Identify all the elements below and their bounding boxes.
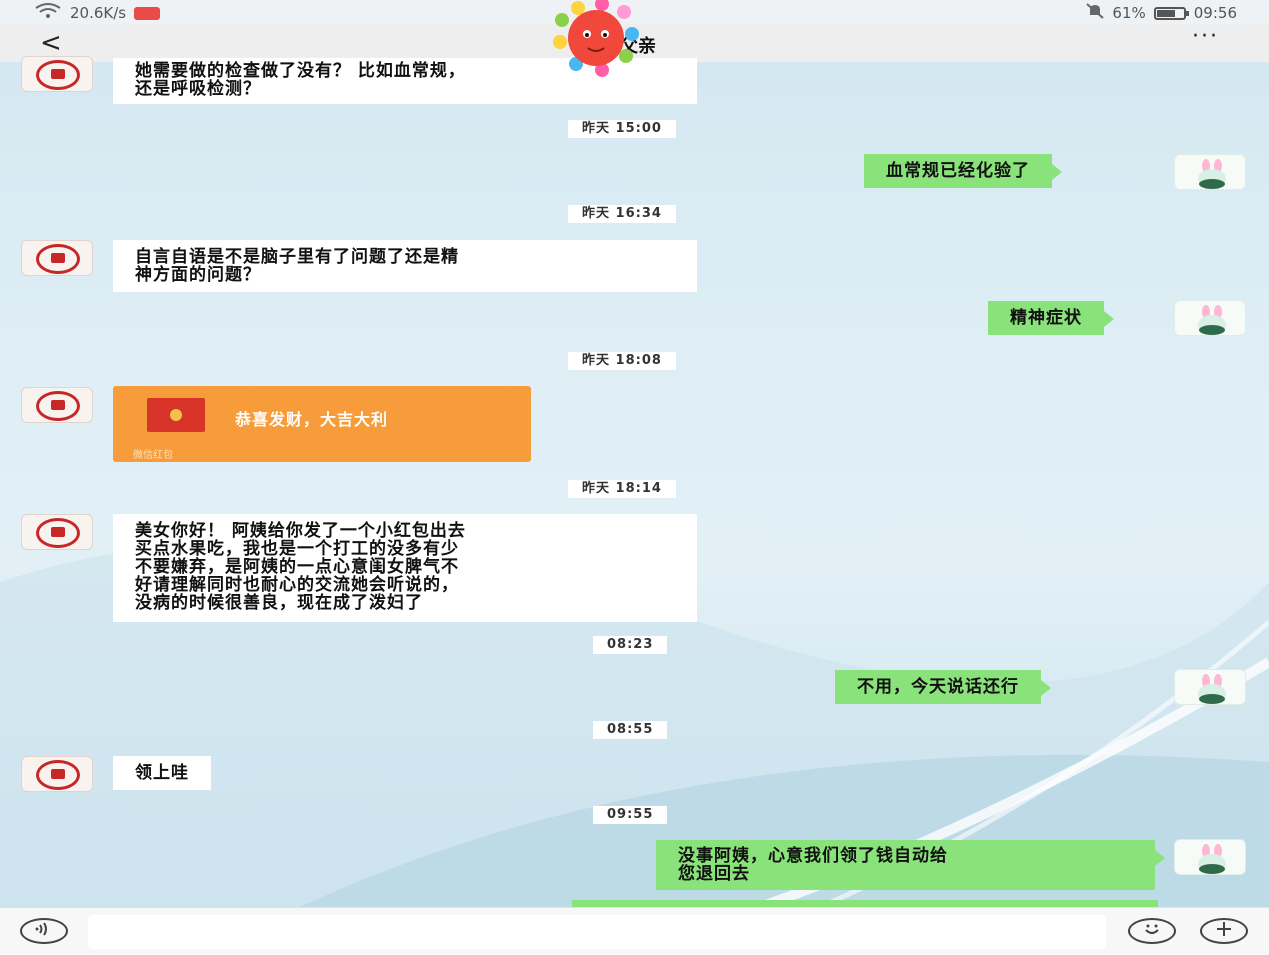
contact-avatar[interactable] <box>21 240 93 276</box>
network-speed: 20.6K/s <box>70 4 127 22</box>
contact-avatar[interactable] <box>21 514 93 550</box>
flower-sticker-icon <box>553 0 639 77</box>
contact-avatar[interactable] <box>21 756 93 792</box>
timestamp: 昨天 16:34 <box>568 205 676 223</box>
timestamp: 08:23 <box>593 636 668 654</box>
timestamp: 09:55 <box>593 806 668 824</box>
incoming-message: 美女你好！ 阿姨给你发了一个小红包出去 买点水果吃，我也是一个打工的没多有少 不… <box>113 514 697 622</box>
red-envelope-icon <box>147 398 205 432</box>
outgoing-message: 不用，今天说话还行 <box>835 670 1051 704</box>
voice-icon[interactable] <box>20 918 68 944</box>
timestamp: 昨天 18:14 <box>568 480 676 498</box>
more-options-button[interactable]: ··· <box>1192 24 1219 49</box>
timestamp: 昨天 15:00 <box>568 120 676 138</box>
contact-avatar[interactable] <box>21 56 93 92</box>
user-avatar[interactable] <box>1174 839 1246 875</box>
incoming-message: 领上哇 <box>113 756 211 790</box>
emoji-icon[interactable] <box>1128 918 1176 944</box>
red-packet-label: 微信红包 <box>133 450 173 461</box>
wifi-icon <box>34 3 62 23</box>
user-avatar[interactable] <box>1174 154 1246 190</box>
red-packet-greeting: 恭喜发财，大吉大利 <box>235 410 389 429</box>
battery-icon <box>1153 6 1189 20</box>
message-input[interactable] <box>88 915 1106 949</box>
outgoing-message: 没事阿姨，心意我们领了钱自动给 您退回去 <box>656 840 1165 890</box>
contact-avatar[interactable] <box>21 387 93 423</box>
mute-bell-icon <box>1086 3 1105 23</box>
outgoing-message: 精神症状 <box>988 301 1114 335</box>
user-avatar[interactable] <box>1174 300 1246 336</box>
red-packet-message[interactable]: 恭喜发财，大吉大利 微信红包 <box>113 386 531 462</box>
timestamp: 昨天 18:08 <box>568 352 676 370</box>
back-button[interactable]: < <box>40 28 70 58</box>
user-avatar[interactable] <box>1174 669 1246 705</box>
clock: 09:56 <box>1193 4 1237 22</box>
battery-percent: 61% <box>1112 4 1146 22</box>
timestamp: 08:55 <box>593 721 668 739</box>
app-notification-icon <box>134 6 161 20</box>
plus-icon[interactable] <box>1200 918 1248 944</box>
outgoing-message: 血常规已经化验了 <box>864 154 1062 188</box>
input-bar <box>0 907 1269 955</box>
incoming-message: 自言自语是不是脑子里有了问题了还是精 神方面的问题？ <box>113 240 697 292</box>
